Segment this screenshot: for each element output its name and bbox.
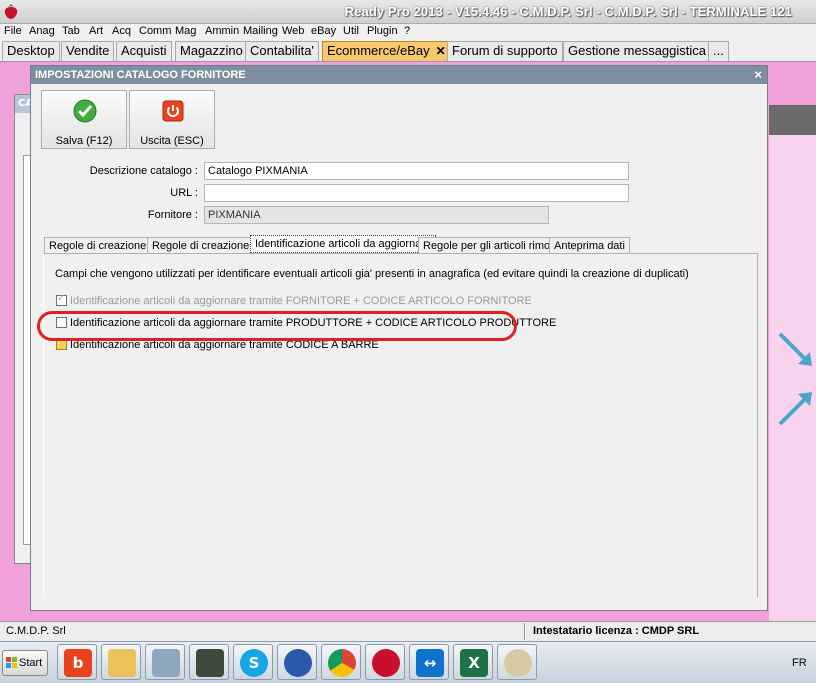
app-title: Ready Pro 2013 - V15.4.46 - C.M.D.P. Srl… [344, 4, 792, 19]
tab-forum[interactable]: Forum di supporto [447, 41, 563, 61]
menu-mailing[interactable]: Mailing [243, 25, 278, 37]
option-fornitore-label: Identificazione articoli da aggiornare t… [70, 295, 532, 307]
taskbar-evernote[interactable] [189, 644, 229, 680]
taskbar-readypro[interactable] [365, 644, 405, 680]
teamviewer-icon: ↔ [416, 649, 444, 677]
taskbar-chrome[interactable] [321, 644, 361, 680]
menu-tab[interactable]: Tab [62, 25, 80, 37]
status-separator [524, 623, 525, 640]
strawberry-icon [4, 4, 18, 19]
menu-help[interactable]: ? [404, 25, 410, 37]
menu-file[interactable]: File [4, 25, 22, 37]
save-button[interactable]: Salva (F12) [41, 90, 127, 149]
thunderbird-icon [284, 649, 312, 677]
catalog-settings-dialog: IMPOSTAZIONI CATALOGO FORNITORE × Salva … [30, 65, 768, 611]
app-titlebar: Ready Pro 2013 - V15.4.46 - C.M.D.P. Srl… [0, 0, 816, 24]
menu-mag[interactable]: Mag [175, 25, 196, 37]
power-icon [162, 100, 184, 122]
tab-regole-creazione-1[interactable]: Regole di creazione 1 [44, 237, 161, 254]
menu-util[interactable]: Util [343, 25, 359, 37]
fornitore-field: PIXMANIA [204, 206, 549, 224]
taskbar-teamviewer[interactable]: ↔ [409, 644, 449, 680]
menu-anag[interactable]: Anag [29, 25, 55, 37]
tab-forum-label: Forum di supporto [452, 43, 558, 58]
tab-acquisti[interactable]: Acquisti [116, 41, 172, 61]
tab-identificazione-articoli[interactable]: Identificazione articoli da aggiornare [250, 235, 437, 253]
strawberry-app-icon [372, 649, 400, 677]
close-tab-icon[interactable]: ✕ [436, 44, 446, 58]
taskbar-excel[interactable]: X [453, 644, 493, 680]
taskbar-skype[interactable]: S [233, 644, 273, 680]
tab-ecommerce-ebay[interactable]: Ecommerce/eBay ✕ [322, 41, 451, 61]
taskbar-calculator[interactable] [145, 644, 185, 680]
tab-contabilita-label: Contabilita' [250, 43, 314, 58]
status-bar: C.M.D.P. Srl Intestatario licenza : CMDP… [0, 621, 816, 641]
tab-regole-creazione-2[interactable]: Regole di creazione 2 [147, 237, 264, 254]
paint-palette-icon [504, 649, 532, 677]
arrow-up-right-icon [778, 392, 812, 426]
descrizione-label: Descrizione catalogo : [89, 165, 198, 177]
save-button-label: Salva (F12) [55, 135, 113, 147]
taskbar-bing[interactable]: b [57, 644, 97, 680]
skype-icon: S [240, 649, 268, 677]
tab-vendite[interactable]: Vendite [61, 41, 115, 61]
menu-bar: File Anag Tab Art Acq Comm Mag Ammin Mai… [0, 24, 816, 40]
dialog-titlebar: IMPOSTAZIONI CATALOGO FORNITORE × [31, 66, 767, 84]
status-license: Intestatario licenza : CMDP SRL [533, 625, 700, 637]
tab-vendite-label: Vendite [66, 43, 110, 58]
tab-contabilita[interactable]: Contabilita' [245, 41, 319, 61]
tab-messaggistica-label: Gestione messaggistica [568, 43, 707, 58]
checkmark-icon [73, 99, 97, 123]
taskbar-paint[interactable] [497, 644, 537, 680]
option-fornitore-row: Identificazione articoli da aggiornare t… [56, 293, 532, 307]
background-panel-dark [769, 105, 816, 135]
windows-logo-icon [6, 657, 17, 668]
chrome-icon [328, 649, 356, 677]
language-indicator[interactable]: FR [792, 657, 807, 669]
option-fornitore-checkbox [56, 293, 67, 306]
menu-web[interactable]: Web [282, 25, 304, 37]
url-label: URL : [170, 187, 198, 199]
info-text: Campi che vengono utilizzati per identif… [55, 268, 689, 280]
folder-icon [108, 649, 136, 677]
bing-icon: b [64, 649, 92, 677]
start-label: Start [19, 657, 43, 669]
status-company: C.M.D.P. Srl [6, 625, 66, 637]
tab-articoli-rimossi[interactable]: Regole per gli articoli rimossi [418, 237, 569, 254]
exit-button-label: Uscita (ESC) [140, 135, 204, 147]
tab-magazzino-label: Magazzino [180, 43, 243, 58]
taskbar-thunderbird[interactable] [277, 644, 317, 680]
descrizione-field[interactable]: Catalogo PIXMANIA [204, 162, 629, 180]
menu-acq[interactable]: Acq [112, 25, 131, 37]
dialog-title: IMPOSTAZIONI CATALOGO FORNITORE [35, 69, 246, 81]
tab-acquisti-label: Acquisti [121, 43, 167, 58]
exit-button[interactable]: Uscita (ESC) [129, 90, 215, 149]
fornitore-label: Fornitore : [147, 209, 198, 221]
menu-ammin[interactable]: Ammin [205, 25, 239, 37]
tab-messaggistica[interactable]: Gestione messaggistica [563, 41, 712, 61]
tab-ecommerce-label: Ecommerce/eBay [327, 43, 430, 58]
taskbar: Start b S ↔ X FR [0, 641, 816, 683]
url-field[interactable] [204, 184, 629, 202]
evernote-icon [196, 649, 224, 677]
dialog-close-icon[interactable]: × [754, 67, 762, 82]
tab-magazzino[interactable]: Magazzino [175, 41, 248, 61]
tab-more[interactable]: ... [708, 41, 729, 61]
tab-more-label: ... [713, 43, 724, 58]
calculator-icon [152, 649, 180, 677]
tab-anteprima-dati[interactable]: Anteprima dati [549, 237, 630, 254]
taskbar-explorer[interactable] [101, 644, 141, 680]
menu-ebay[interactable]: eBay [311, 25, 336, 37]
tab-desktop[interactable]: Desktop [2, 41, 60, 61]
red-highlight-ellipse [37, 311, 517, 341]
menu-comm[interactable]: Comm [139, 25, 171, 37]
excel-icon: X [460, 649, 488, 677]
module-tabs-bar: Desktop Vendite Acquisti Magazzino Conta… [0, 40, 816, 62]
background-panel-light [769, 135, 816, 621]
tab-desktop-label: Desktop [7, 43, 55, 58]
arrow-down-right-icon [778, 332, 812, 366]
menu-plugin[interactable]: Plugin [367, 25, 398, 37]
menu-art[interactable]: Art [89, 25, 103, 37]
start-button[interactable]: Start [2, 650, 48, 676]
